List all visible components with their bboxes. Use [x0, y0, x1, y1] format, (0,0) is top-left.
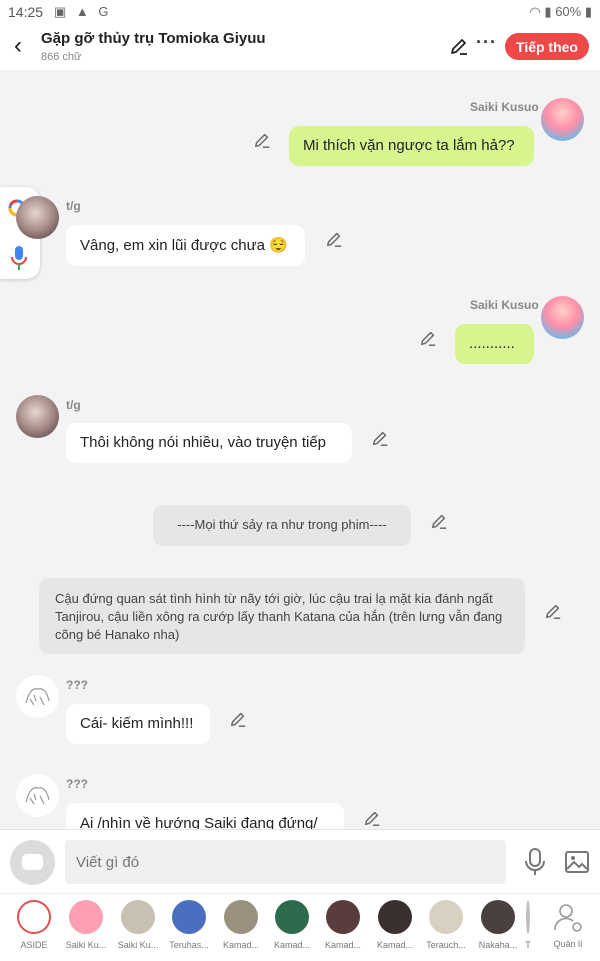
next-button[interactable]: Tiếp theo [505, 33, 589, 60]
message-input[interactable] [65, 840, 506, 884]
image-icon[interactable] [565, 851, 589, 873]
message-bubble[interactable]: Ai /nhìn về hướng Saiki đang đứng/ [66, 803, 344, 829]
character-item[interactable]: Saiki Ku... [64, 900, 108, 950]
avatar[interactable] [16, 196, 59, 239]
character-label: Teruhas... [169, 940, 209, 950]
narration-bubble[interactable]: ----Mọi thứ sảy ra như trong phim---- [153, 505, 411, 546]
character-avatar [326, 900, 360, 934]
avatar[interactable] [541, 296, 584, 339]
character-avatar [481, 900, 515, 934]
compose-bar [0, 829, 600, 894]
more-icon[interactable]: ··· [476, 32, 497, 53]
character-label: Kamad... [376, 940, 414, 950]
edit-title-icon[interactable] [449, 36, 469, 56]
aside-toggle-button[interactable] [10, 840, 55, 885]
edit-message-icon[interactable] [253, 131, 271, 149]
message-bubble[interactable]: Cái- kiếm mình!!! [66, 704, 210, 744]
narration-bubble[interactable]: Cậu đứng quan sát tình hình từ nãy tới g… [39, 578, 525, 654]
edit-message-icon[interactable] [544, 602, 562, 620]
character-avatar [224, 900, 258, 934]
edit-message-icon[interactable] [371, 429, 389, 447]
character-item[interactable]: Kamad... [321, 900, 365, 950]
back-icon[interactable]: ‹ [6, 32, 30, 60]
character-label: Saiki Ku... [117, 940, 159, 950]
story-title: Gặp gỡ thủy trụ Tomioka Giyuu [41, 30, 266, 47]
character-avatar [429, 900, 463, 934]
status-time: 14:25 [8, 4, 44, 20]
character-label: Kamad... [324, 940, 362, 950]
character-avatar [526, 900, 530, 934]
sketch-avatar-image [25, 688, 50, 706]
character-label: Terauch... [426, 940, 466, 950]
sender-name: Saiki Kusuo [470, 298, 539, 312]
character-item[interactable]: Saiki Ku... [116, 900, 160, 950]
character-avatar [69, 900, 103, 934]
character-item[interactable]: ASIDE [12, 900, 56, 950]
status-bar: 14:25 ▣ ▲ G ◠ ▮ 60% ▮ [0, 0, 600, 26]
message-bubble[interactable]: Mi thích vặn ngược ta lắm hả?? [289, 126, 534, 166]
character-item[interactable]: Kamad... [219, 900, 263, 950]
signal-icon: ▮ [544, 4, 552, 19]
character-item[interactable]: Nakaha... [476, 900, 520, 950]
character-bar: ASIDE Saiki Ku... Saiki Ku... Teruhas...… [0, 893, 600, 961]
character-label: Kamad... [222, 940, 260, 950]
system-icons: ◠ ▮ 60% ▮ [529, 4, 592, 20]
sketch-avatar-image [25, 787, 50, 805]
character-label: T [525, 940, 531, 950]
character-label: ASIDE [20, 940, 48, 950]
user-settings-icon [554, 904, 582, 932]
sender-name: Saiki Kusuo [470, 100, 539, 114]
avatar[interactable] [16, 774, 59, 817]
message-bubble[interactable]: Vâng, em xin lũi được chưa 😌 [66, 225, 305, 266]
character-item[interactable]: Kamad... [270, 900, 314, 950]
wifi-icon: ◠ [529, 4, 541, 19]
avatar[interactable] [16, 395, 59, 438]
message-bubble[interactable]: ........... [455, 324, 534, 364]
notification-icons: ▣ ▲ G [54, 4, 112, 19]
character-item[interactable]: Kamad... [373, 900, 417, 950]
battery-icon: ▮ [584, 4, 592, 19]
character-label: Kamad... [273, 940, 311, 950]
word-count: 866 chữ [41, 51, 82, 63]
mic-icon[interactable] [523, 847, 547, 877]
character-label: Saiki Ku... [65, 940, 107, 950]
app-header: ‹ Gặp gỡ thủy trụ Tomioka Giyuu 866 chữ … [0, 26, 600, 70]
edit-message-icon[interactable] [363, 809, 381, 827]
character-avatar [121, 900, 155, 934]
character-item[interactable]: T [520, 900, 536, 950]
message-bubble[interactable]: Thôi không nói nhiều, vào truyện tiếp [66, 423, 352, 463]
battery-text: 60% [555, 4, 582, 19]
manage-characters-button[interactable]: Quản lí [546, 900, 590, 949]
character-label: Quản lí [553, 939, 583, 949]
character-label: Nakaha... [478, 940, 518, 950]
character-avatar [172, 900, 206, 934]
character-item[interactable]: Teruhas... [167, 900, 211, 950]
edit-message-icon[interactable] [229, 710, 247, 728]
edit-message-icon[interactable] [430, 512, 448, 530]
character-avatar [275, 900, 309, 934]
aside-avatar [17, 900, 51, 934]
sender-name: ??? [66, 777, 88, 791]
avatar[interactable] [541, 98, 584, 141]
character-avatar [378, 900, 412, 934]
voice-search-icon[interactable] [9, 245, 29, 271]
sender-name: t/g [66, 199, 81, 213]
avatar[interactable] [16, 675, 59, 718]
edit-message-icon[interactable] [325, 230, 343, 248]
edit-message-icon[interactable] [419, 329, 437, 347]
character-item[interactable]: Terauch... [424, 900, 468, 950]
chat-icon [22, 854, 43, 870]
sender-name: ??? [66, 678, 88, 692]
sender-name: t/g [66, 398, 81, 412]
